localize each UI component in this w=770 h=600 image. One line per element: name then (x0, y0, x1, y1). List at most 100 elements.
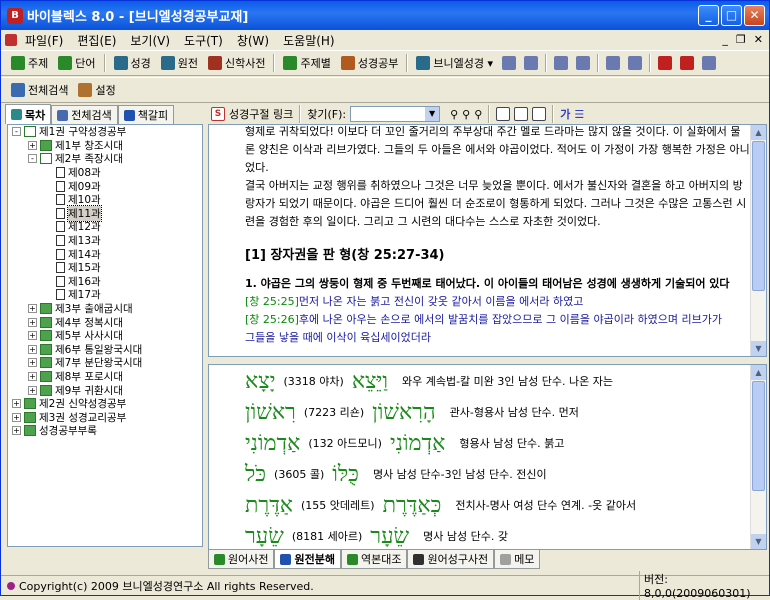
toolbar2-button-0[interactable]: 전체검색 (7, 80, 72, 100)
mdi-restore-button[interactable]: ❐ (736, 33, 746, 46)
left-tab-0[interactable]: 목차 (5, 104, 52, 124)
tree-item[interactable]: 제14과 (8, 247, 202, 261)
page2-icon[interactable] (514, 107, 529, 121)
find-dropdown-icon[interactable]: ▼ (425, 107, 440, 121)
link-icon[interactable]: S (211, 107, 225, 121)
verse-link-label[interactable]: 성경구절 링크 (229, 106, 293, 122)
exit-icon[interactable] (523, 56, 538, 70)
tree-item[interactable]: + 제3권 성경교리공부 (8, 410, 202, 424)
toolbar-button-4[interactable]: 신학사전 (204, 53, 269, 73)
strong-number[interactable]: (3605 콜) (274, 466, 324, 482)
menu-item-1[interactable]: 편집(E) (71, 31, 122, 50)
hebrew-lemma[interactable]: אַדְמוֹנִי (245, 430, 300, 456)
expand-icon[interactable]: + (12, 426, 21, 436)
tree-item[interactable]: 제09과 (8, 179, 202, 193)
hebrew-lemma[interactable]: שֵׂעָר (245, 523, 284, 549)
tree-item[interactable]: + 제7부 분단왕국시대 (8, 356, 202, 370)
stop-icon[interactable] (657, 56, 672, 70)
toolbar-button-6[interactable]: 성경공부 (337, 53, 402, 73)
strong-number[interactable]: (155 앗데레트) (301, 497, 375, 513)
menu-item-2[interactable]: 보기(V) (124, 31, 176, 50)
word-icon[interactable] (701, 56, 716, 70)
format-icon[interactable]: ☰ (574, 108, 584, 121)
binoculars-icon[interactable]: ⚲ (450, 108, 458, 121)
expand-icon[interactable]: + (28, 385, 37, 395)
toolbar-button-2[interactable]: 성경 (110, 53, 155, 73)
text-scrollbar[interactable]: ▲ ▼ (750, 125, 766, 356)
doc-menu-icon[interactable] (5, 34, 17, 46)
tree-item[interactable]: + 제6부 통일왕국시대 (8, 343, 202, 357)
expand-icon[interactable]: + (12, 399, 21, 409)
tree-item[interactable]: + 제9부 귀환시대 (8, 383, 202, 397)
left-tab-1[interactable]: 전체검색 (51, 105, 118, 124)
page3-icon[interactable] (532, 107, 547, 121)
menu-item-3[interactable]: 도구(T) (178, 31, 229, 50)
minimize-button[interactable]: _ (698, 5, 719, 26)
copy-icon[interactable] (553, 56, 568, 70)
collapse-icon[interactable]: - (28, 154, 37, 164)
note-icon[interactable] (575, 56, 590, 70)
hebrew-lemma[interactable]: כֹּל (245, 461, 266, 487)
tree-item[interactable]: 제17과 (8, 288, 202, 302)
expand-icon[interactable]: + (28, 358, 37, 368)
tree-item[interactable]: 제16과 (8, 275, 202, 289)
tree-item[interactable]: 제15과 (8, 261, 202, 275)
maximize-button[interactable]: □ (721, 5, 742, 26)
bottom-tab-3[interactable]: 원어성구사전 (407, 550, 495, 569)
scroll-thumb[interactable] (752, 141, 765, 291)
toolbar-button-5[interactable]: 주제별 (279, 53, 334, 73)
expand-icon[interactable]: + (12, 412, 21, 422)
toolbar2-button-1[interactable]: 설정 (74, 80, 119, 100)
menu-item-0[interactable]: 파일(F) (19, 31, 69, 50)
toolbar-button-3[interactable]: 원전 (157, 53, 202, 73)
bottom-tab-2[interactable]: 역본대조 (340, 550, 408, 569)
scroll-up-icon[interactable]: ▲ (751, 125, 766, 140)
find-all-icon[interactable]: ⚲ (474, 108, 482, 121)
word-scroll-up-icon[interactable]: ▲ (751, 365, 766, 380)
find-next-icon[interactable]: ⚲ (462, 108, 470, 121)
tree-item[interactable]: 제08과 (8, 166, 202, 180)
hebrew-lemma[interactable]: אַדֶּרֶת (245, 492, 293, 518)
strong-number[interactable]: (3318 야차) (284, 373, 344, 389)
tree-item[interactable]: 제12과 (8, 220, 202, 234)
tree-item[interactable]: + 제1부 창조시대 (8, 139, 202, 153)
page-icon[interactable] (496, 107, 511, 121)
bottom-tab-1[interactable]: 원전분해 (274, 550, 341, 569)
find-input[interactable]: ▼ (350, 106, 441, 122)
view-icon[interactable] (627, 56, 642, 70)
book-red-icon[interactable] (679, 56, 694, 70)
close-button[interactable]: ✕ (744, 5, 765, 26)
strong-number[interactable]: (7223 리숀) (304, 404, 364, 420)
strong-number[interactable]: (8181 세아르) (292, 528, 362, 544)
bottom-tab-0[interactable]: 원어사전 (208, 550, 275, 569)
menu-item-5[interactable]: 도움말(H) (277, 31, 341, 50)
verse-link-1[interactable]: [창 25:25] (245, 295, 299, 308)
tree-item[interactable]: 제11과 (8, 204, 202, 222)
expand-icon[interactable]: + (28, 344, 37, 354)
title-bar[interactable]: B 바이블렉스 8.0 - [브니엘성경공부교재] _ □ ✕ (1, 1, 769, 30)
left-tab-2[interactable]: 책갈피 (117, 105, 175, 124)
verse-link-2[interactable]: [창 25:26] (245, 313, 299, 326)
tree-item[interactable]: + 제4부 정복시대 (8, 315, 202, 329)
scroll-down-icon[interactable]: ▼ (751, 341, 766, 356)
tree-item[interactable]: + 제8부 포로시대 (8, 370, 202, 384)
menu-item-4[interactable]: 창(W) (231, 31, 275, 50)
tree-item[interactable]: - 제1권 구약성경공부 (8, 125, 202, 139)
tree-item[interactable]: + 제2권 신약성경공부 (8, 397, 202, 411)
tools-icon[interactable] (501, 56, 516, 70)
tree-item[interactable]: 제13과 (8, 234, 202, 248)
word-scroll-thumb[interactable] (752, 381, 765, 491)
expand-icon[interactable]: + (28, 304, 37, 314)
toolbar-button-7[interactable]: 브니엘성경 ▾ (412, 53, 497, 73)
collapse-icon[interactable]: - (12, 127, 21, 137)
font-size-icon[interactable]: 가 (560, 106, 570, 122)
toolbar-button-1[interactable]: 단어 (54, 53, 99, 73)
word-scrollbar[interactable]: ▲ ▼ (750, 365, 766, 549)
tree-item[interactable]: + 제5부 사사시대 (8, 329, 202, 343)
page-icon[interactable] (605, 56, 620, 70)
mdi-close-button[interactable]: ✕ (754, 33, 763, 46)
expand-icon[interactable]: + (28, 331, 37, 341)
tree-item[interactable]: - 제2부 족장시대 (8, 152, 202, 166)
word-scroll-down-icon[interactable]: ▼ (751, 534, 766, 549)
tree-item[interactable]: 제10과 (8, 193, 202, 207)
